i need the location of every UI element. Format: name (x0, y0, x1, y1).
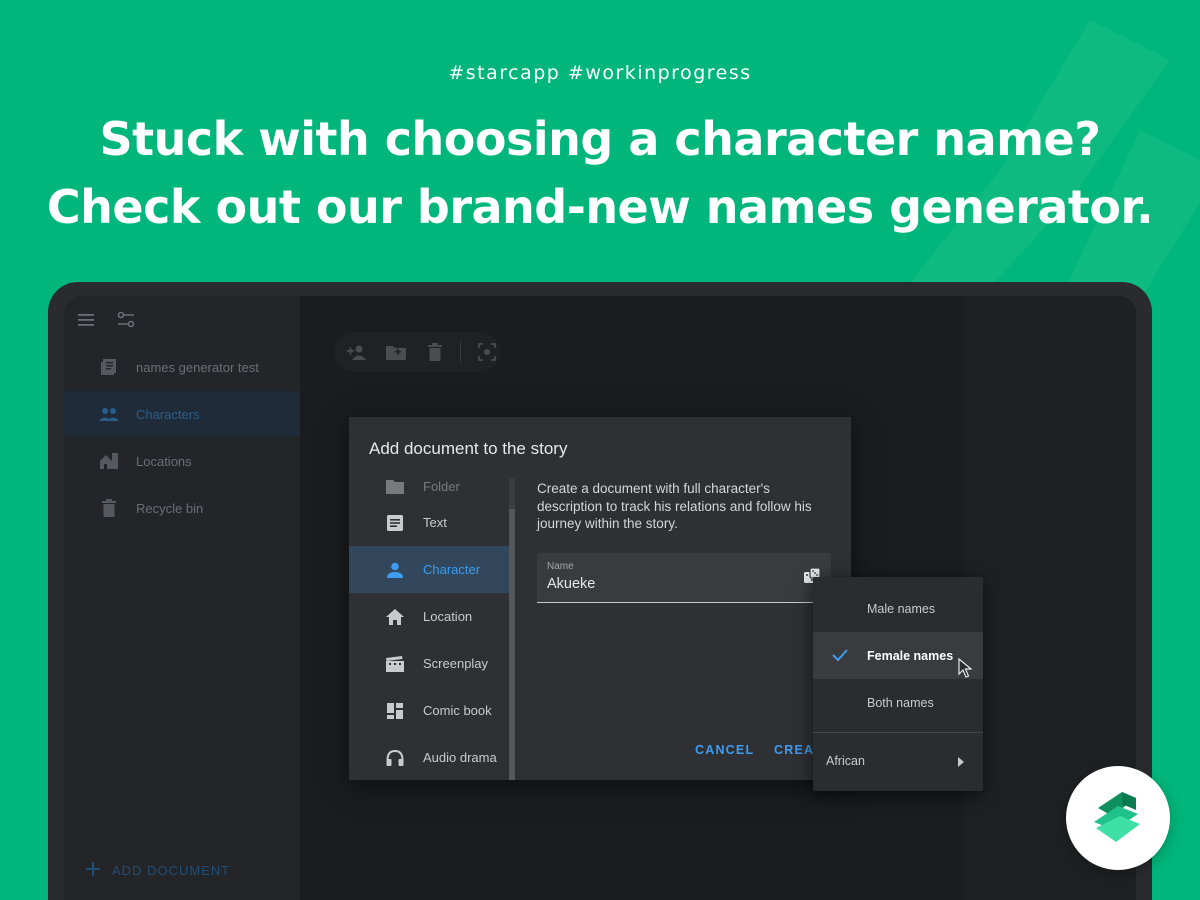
city-icon (98, 450, 120, 472)
type-item-label: Comic book (423, 703, 492, 718)
headline-line-2: Check out our brand-new names generator. (46, 180, 1154, 234)
type-item-location[interactable]: Location (349, 593, 509, 640)
add-document-label: ADD DOCUMENT (112, 863, 231, 878)
type-item-screenplay[interactable]: Screenplay (349, 640, 509, 687)
type-list-scrollbar[interactable] (509, 479, 515, 780)
trash-icon[interactable] (422, 338, 449, 366)
headline-line-1: Stuck with choosing a character name? (99, 112, 1101, 166)
type-item-label: Folder (423, 479, 460, 494)
toolbar (334, 332, 500, 372)
clapper-icon (385, 654, 405, 674)
text-icon (385, 513, 405, 533)
menu-item-both-names[interactable]: Both names (813, 679, 983, 726)
headphones-icon (385, 748, 405, 768)
focus-icon[interactable] (473, 338, 500, 366)
type-item-label: Character (423, 562, 481, 577)
comic-icon (385, 701, 405, 721)
hashtags: #starcapp #workinprogress (448, 62, 752, 84)
starc-logo-icon (1094, 792, 1140, 842)
trash-icon (98, 497, 120, 519)
document-description: Create a document with full character's … (537, 481, 812, 531)
type-item-label: Location (423, 609, 473, 624)
plus-icon (86, 862, 100, 879)
sidebar: names generator test Characters Location… (64, 296, 300, 900)
person-icon (385, 560, 405, 580)
add-document-dialog: Add document to the story Folder Text Ch… (349, 417, 851, 780)
dialog-title: Add document to the story (369, 439, 568, 458)
names-generator-menu: Male names Female names Both names Afric… (813, 577, 983, 791)
sidebar-item-characters[interactable]: Characters (64, 391, 300, 437)
name-field-label: Name (547, 561, 574, 572)
type-item-text[interactable]: Text (349, 499, 509, 546)
menu-icon[interactable] (78, 313, 96, 327)
menu-item-male-names[interactable]: Male names (813, 585, 983, 632)
type-item-audio-drama[interactable]: Audio drama (349, 734, 509, 780)
name-field-value[interactable]: Akueke (547, 576, 595, 592)
sidebar-item-locations[interactable]: Locations (64, 438, 300, 484)
toolbar-separator (460, 341, 462, 363)
sidebar-item-label: Recycle bin (136, 500, 204, 516)
add-person-icon[interactable] (344, 338, 371, 366)
menu-item-african[interactable]: African (813, 739, 983, 783)
app-logo-badge (1066, 766, 1170, 870)
type-item-label: Audio drama (423, 750, 497, 765)
people-icon (98, 403, 120, 425)
sidebar-top-bar (78, 310, 136, 330)
name-field[interactable]: Name Akueke (537, 553, 831, 603)
add-document-button[interactable]: ADD DOCUMENT (86, 862, 230, 879)
sidebar-item-label: names generator test (136, 359, 259, 375)
type-item-label: Text (423, 515, 447, 530)
mouse-cursor-icon (958, 658, 972, 678)
sidebar-item-recycle-bin[interactable]: Recycle bin (64, 485, 300, 531)
sidebar-item-label: Locations (136, 453, 192, 469)
scrollbar-thumb[interactable] (509, 509, 515, 780)
book-icon (98, 356, 120, 378)
home-icon (385, 607, 405, 627)
type-item-comic-book[interactable]: Comic book (349, 687, 509, 734)
type-item-label: Screenplay (423, 656, 489, 671)
sidebar-item-story[interactable]: names generator test (64, 344, 300, 390)
menu-item-label: African (826, 754, 865, 768)
document-type-list: Folder Text Character Location Screenpla… (349, 479, 509, 780)
chevron-right-icon (958, 757, 964, 767)
cancel-button[interactable]: CANCEL (695, 743, 754, 757)
menu-item-label: Female names (867, 648, 954, 663)
settings-sliders-icon[interactable] (116, 310, 136, 330)
sidebar-item-label: Characters (136, 406, 200, 422)
folder-icon (385, 479, 405, 497)
type-item-character[interactable]: Character (349, 546, 509, 593)
check-icon (832, 649, 848, 662)
add-folder-icon[interactable] (383, 338, 410, 366)
menu-separator (813, 732, 983, 733)
